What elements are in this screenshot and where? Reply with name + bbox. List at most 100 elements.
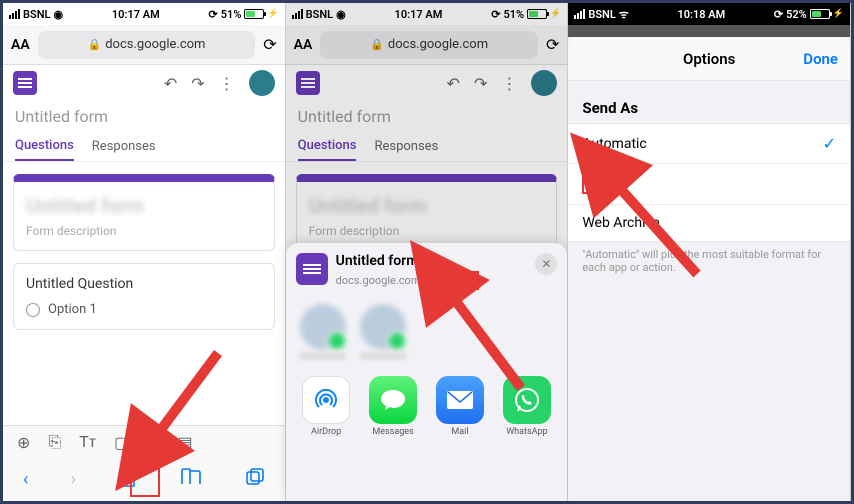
wifi-icon: ᯤ: [619, 7, 629, 22]
close-share-button[interactable]: ✕: [535, 253, 557, 275]
option-automatic[interactable]: Automatic ✓: [568, 124, 850, 164]
forms-app-header: ↶ ↷ ⋮: [286, 65, 568, 101]
url-field[interactable]: 🔒 docs.google.com: [38, 31, 256, 59]
text-tool-icon[interactable]: Tᴛ: [79, 432, 96, 452]
more-icon[interactable]: ⋮: [501, 74, 517, 93]
import-icon[interactable]: ⎘: [48, 432, 61, 452]
option-label: Web Archive: [582, 215, 659, 231]
contact-item[interactable]: [360, 304, 406, 360]
whatsapp-icon: [503, 376, 551, 424]
radio-icon: [26, 303, 40, 317]
redo-icon[interactable]: ↷: [191, 74, 204, 93]
forms-logo-icon: [296, 71, 320, 95]
status-bar: BSNL ◉ 10:17 AM ⟳ 51% ⚡: [286, 3, 568, 25]
back-button[interactable]: ‹: [23, 469, 28, 490]
app-mail[interactable]: Mail: [434, 376, 487, 437]
option-label: PDF: [582, 174, 618, 194]
url-field[interactable]: 🔒 docs.google.com: [320, 31, 538, 59]
done-button[interactable]: Done: [803, 50, 838, 68]
title-card[interactable]: Untitled form Form description: [13, 174, 275, 251]
contacts-row: [296, 296, 558, 368]
text-size-button[interactable]: AA: [11, 37, 30, 53]
avatar[interactable]: [531, 70, 557, 96]
share-item-subtitle: docs.google.com: [336, 274, 421, 287]
title-card[interactable]: Untitled form Form description: [296, 174, 558, 251]
tabs: Questions Responses: [3, 132, 285, 162]
charging-icon: ⚡: [833, 9, 844, 19]
phone-1-safari-forms: BSNL ◉ 10:17 AM ⟳ 51% ⚡ AA 🔒 docs.google…: [3, 3, 286, 501]
reload-button[interactable]: ⟳: [263, 35, 276, 54]
carrier-label: BSNL: [588, 8, 615, 21]
reload-button[interactable]: ⟳: [546, 35, 559, 54]
share-sheet: Untitled form docs.google.com Options › …: [286, 243, 568, 501]
messages-icon: [369, 376, 417, 424]
airdrop-icon: [302, 376, 350, 424]
app-label: AirDrop: [311, 427, 341, 437]
tab-responses[interactable]: Responses: [374, 132, 438, 161]
question-title[interactable]: Untitled Question: [26, 276, 262, 292]
text-size-button[interactable]: AA: [294, 37, 313, 53]
form-description[interactable]: Form description: [309, 224, 545, 238]
status-time: 10:17 AM: [395, 8, 443, 21]
add-question-icon[interactable]: ⊕: [17, 433, 30, 452]
undo-icon[interactable]: ↶: [164, 74, 177, 93]
app-label: WhatsApp: [506, 427, 547, 437]
avatar[interactable]: [249, 70, 275, 96]
question-card[interactable]: Untitled Question Option 1: [13, 263, 275, 330]
status-bar: BSNL ᯤ 10:18 AM ⟳ 52% ⚡: [568, 3, 850, 25]
option-pdf[interactable]: PDF: [568, 164, 850, 205]
more-icon[interactable]: ⋮: [219, 74, 235, 93]
form-title-blurred: Untitled form: [26, 194, 262, 218]
send-as-label: Send As: [568, 81, 850, 123]
form-title-blurred: Untitled form: [309, 194, 545, 218]
status-bar: BSNL ◉ 10:17 AM ⟳ 51% ⚡: [3, 3, 285, 25]
signal-icon: [574, 9, 585, 19]
app-whatsapp[interactable]: WhatsApp: [500, 376, 553, 437]
app-label: Mail: [451, 427, 468, 437]
form-title[interactable]: Untitled form: [3, 101, 285, 132]
checkmark-icon: ✓: [823, 134, 836, 153]
form-description[interactable]: Form description: [26, 224, 262, 238]
option-web-archive[interactable]: Web Archive: [568, 205, 850, 241]
tab-questions[interactable]: Questions: [15, 132, 74, 161]
bookmarks-button[interactable]: [180, 468, 202, 491]
app-messages[interactable]: Messages: [367, 376, 420, 437]
options-header: Options Done: [568, 37, 850, 81]
share-button[interactable]: [118, 466, 138, 493]
app-airdrop[interactable]: AirDrop: [300, 376, 353, 437]
forward-button[interactable]: ›: [71, 469, 76, 490]
tab-responses[interactable]: Responses: [92, 132, 156, 161]
form-title[interactable]: Untitled form: [286, 101, 568, 132]
share-options-link[interactable]: Options ›: [424, 271, 478, 290]
options-title: Options: [683, 50, 735, 68]
loading-icon: ⟳: [209, 8, 218, 21]
carrier-label: BSNL: [23, 8, 50, 21]
image-tool-icon[interactable]: ▢: [114, 433, 129, 452]
forms-toolbar: ⊕ ⎘ Tᴛ ▢ ▶ ▤ ‹ ›: [3, 425, 285, 501]
tabs-button[interactable]: [245, 467, 265, 492]
mail-icon: [436, 376, 484, 424]
safari-url-bar: AA 🔒 docs.google.com ⟳: [286, 25, 568, 65]
battery-icon: [810, 9, 830, 19]
signal-icon: [9, 9, 20, 19]
contact-item[interactable]: [300, 304, 346, 360]
battery-icon: [527, 9, 547, 19]
send-as-list: Automatic ✓ PDF Web Archive: [568, 123, 850, 242]
battery-percent: 51%: [503, 8, 524, 21]
video-tool-icon[interactable]: ▶: [147, 433, 159, 452]
option-row[interactable]: Option 1: [26, 302, 262, 317]
share-file-icon: [296, 253, 328, 285]
apps-row: AirDrop Messages Mail WhatsApp: [296, 368, 558, 445]
signal-icon: [292, 9, 303, 19]
tab-questions[interactable]: Questions: [298, 132, 357, 161]
undo-icon[interactable]: ↶: [447, 74, 460, 93]
loading-icon: ⟳: [491, 8, 500, 21]
redo-icon[interactable]: ↷: [474, 74, 487, 93]
section-tool-icon[interactable]: ▤: [178, 433, 193, 452]
wifi-icon: ◉: [53, 8, 63, 21]
url-domain: docs.google.com: [388, 37, 488, 52]
forms-logo-icon: [13, 71, 37, 95]
loading-icon: ⟳: [774, 8, 783, 21]
status-time: 10:17 AM: [112, 8, 160, 21]
url-domain: docs.google.com: [105, 37, 205, 52]
